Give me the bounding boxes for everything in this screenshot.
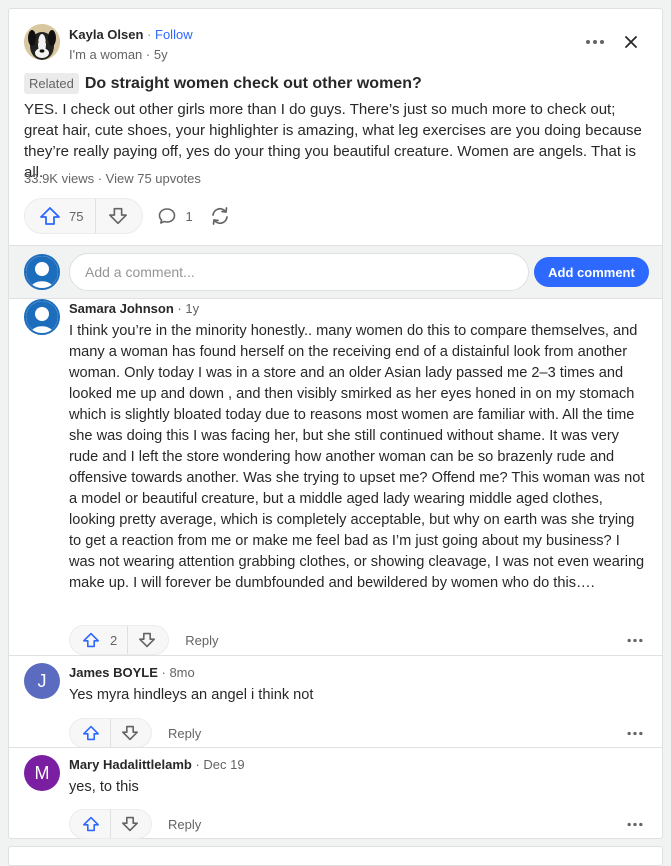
author-name[interactable]: Kayla Olsen [69, 27, 143, 42]
comment-time[interactable]: 1y [185, 301, 199, 316]
comment-more-button[interactable] [623, 721, 647, 745]
comment-bubble-icon [159, 208, 176, 224]
comment-upvote-button[interactable] [70, 810, 111, 838]
default-user-icon [26, 256, 58, 288]
commenter-name[interactable]: Samara Johnson [69, 301, 174, 316]
more-options-button[interactable] [581, 28, 609, 56]
author-credential: I'm a woman [69, 47, 143, 62]
view-count: 33.9K views [24, 171, 95, 186]
comment-divider [9, 655, 662, 656]
follow-button[interactable]: Follow [155, 27, 193, 42]
avatar-initial: J [37, 670, 47, 691]
post-age[interactable]: 5y [154, 47, 168, 62]
commenter-avatar[interactable] [24, 299, 60, 335]
comment-time[interactable]: 8mo [169, 665, 194, 680]
comment-actions: Reply [69, 718, 201, 748]
comment-vote-pill [69, 718, 152, 748]
more-horizontal-icon [586, 40, 604, 44]
comment-downvote-button[interactable] [111, 810, 151, 838]
comment-header: Samara Johnson · 1y [69, 301, 199, 316]
reply-button[interactable]: Reply [168, 817, 201, 832]
more-horizontal-icon [627, 638, 643, 642]
current-user-avatar [24, 254, 60, 290]
author-line: Kayla Olsen · Follow [69, 27, 193, 42]
question-title[interactable]: Do straight women check out other women? [85, 75, 422, 93]
comment-upvote-count: 2 [110, 632, 118, 648]
close-icon [625, 36, 637, 48]
comment-actions: Reply [69, 809, 201, 839]
upvote-arrow-icon [83, 632, 99, 648]
downvote-arrow-icon [109, 207, 128, 225]
downvote-button[interactable] [96, 199, 142, 233]
post-meta: 33.9K views · View 75 upvotes [24, 171, 201, 186]
commenter-avatar[interactable]: J [24, 663, 60, 699]
comment-divider [9, 747, 662, 748]
share-recycle-icon [211, 207, 228, 225]
downvote-arrow-icon [122, 816, 138, 832]
related-tag: Related [24, 73, 79, 94]
related-question[interactable]: Related Do straight women check out othe… [24, 73, 422, 94]
comment-text: Yes myra hindleys an angel i think not [69, 687, 314, 703]
author-avatar[interactable] [24, 24, 60, 60]
vote-pill: 75 [24, 198, 144, 234]
share-button[interactable] [209, 206, 231, 226]
downvote-arrow-icon [122, 725, 138, 741]
upvote-arrow-icon [83, 816, 99, 832]
author-credential-line: I'm a woman · 5y [69, 47, 168, 62]
comment-downvote-button[interactable] [128, 626, 168, 654]
comments-button[interactable]: 1 [157, 206, 193, 226]
comment-text: yes, to this [69, 779, 139, 795]
comment-vote-pill [69, 809, 152, 839]
upvote-arrow-icon [40, 207, 60, 225]
default-user-icon [26, 301, 58, 333]
more-horizontal-icon [627, 731, 643, 735]
more-horizontal-icon [627, 822, 643, 826]
commenter-name[interactable]: James BOYLE [69, 665, 158, 680]
comment-time[interactable]: Dec 19 [203, 757, 244, 772]
close-button[interactable] [617, 28, 645, 56]
comment-downvote-button[interactable] [111, 719, 151, 747]
reply-button[interactable]: Reply [168, 726, 201, 741]
comment-more-button[interactable] [623, 628, 647, 652]
comment-text: I think you’re in the minority honestly.… [69, 323, 645, 591]
separator-dot: · [147, 27, 156, 42]
reply-button[interactable]: Reply [185, 633, 218, 648]
comment-item: J James BOYLE · 8mo Yes myra hindleys an… [24, 663, 647, 748]
post-actions: 75 1 [24, 198, 231, 234]
commenter-name[interactable]: Mary Hadalittlelamb [69, 757, 192, 772]
dog-avatar-image [24, 24, 60, 60]
upvote-button[interactable]: 75 [25, 199, 97, 233]
upvote-count: 75 [69, 208, 84, 224]
separator-dot: · [97, 171, 106, 186]
comment-upvote-button[interactable]: 2 [70, 626, 129, 654]
comment-vote-pill: 2 [69, 625, 170, 655]
comment-count: 1 [185, 208, 193, 224]
view-upvotes-link[interactable]: View 75 upvotes [106, 171, 201, 186]
upvote-arrow-icon [83, 725, 99, 741]
comment-header: James BOYLE · 8mo [69, 665, 195, 680]
post-header: Kayla Olsen · Follow I'm a woman · 5y [24, 24, 647, 64]
separator-dot: · [145, 47, 154, 62]
commenter-avatar[interactable]: M [24, 755, 60, 791]
comment-header: Mary Hadalittlelamb · Dec 19 [69, 757, 245, 772]
avatar-initial: M [34, 762, 50, 783]
comment-input[interactable]: Add a comment... [69, 253, 529, 291]
answer-card: Kayla Olsen · Follow I'm a woman · 5y Re… [8, 8, 663, 839]
downvote-arrow-icon [139, 632, 156, 648]
comment-actions: 2 Reply [69, 625, 218, 655]
comment-upvote-button[interactable] [70, 719, 111, 747]
add-comment-button[interactable]: Add comment [534, 257, 649, 287]
comment-item: Samara Johnson · 1y I think you’re in th… [24, 299, 647, 655]
next-card-edge [8, 846, 663, 866]
comment-more-button[interactable] [623, 812, 647, 836]
comment-item: M Mary Hadalittlelamb · Dec 19 yes, to t… [24, 755, 647, 839]
add-comment-bar: Add a comment... Add comment [9, 245, 662, 299]
